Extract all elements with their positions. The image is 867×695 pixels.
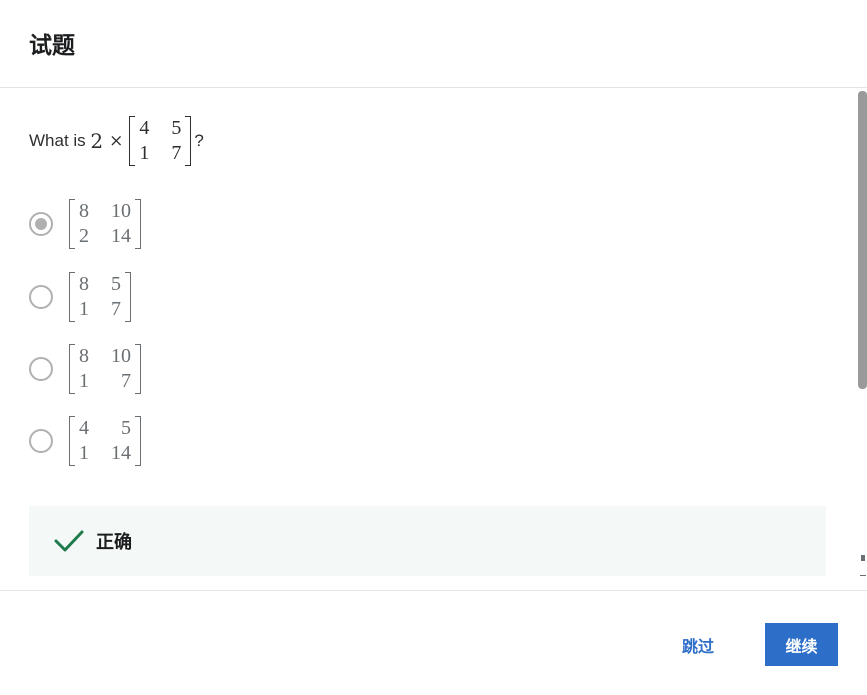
matrix-right-bracket [185, 116, 192, 166]
matrix-cell: 7 [121, 370, 131, 392]
matrix-grid: 8 10 2 14 [75, 199, 135, 249]
dialog-footer: 跳过 继续 [0, 590, 867, 695]
answer-option-2[interactable]: 8 5 1 7 [29, 272, 131, 322]
answer-option-1[interactable]: 8 10 2 14 [29, 199, 141, 249]
matrix-cell: 8 [79, 273, 89, 295]
matrix-cell: 4 [139, 117, 150, 139]
matrix-cell: 14 [111, 225, 131, 247]
feedback-text: 正确 [96, 532, 132, 553]
continue-button[interactable]: 继续 [765, 623, 838, 666]
answer-option-4[interactable]: 4 5 1 14 [29, 416, 141, 466]
question-scalar: 2 [90, 129, 104, 153]
matrix-right-bracket [135, 344, 141, 394]
option-matrix: 8 10 2 14 [69, 199, 141, 249]
feedback-banner: 正确 [29, 506, 826, 576]
checkmark-icon [54, 530, 84, 552]
matrix-cell: 5 [111, 273, 121, 295]
matrix-cell: 10 [111, 200, 131, 222]
radio-button[interactable] [29, 357, 53, 381]
scrollbar-thumb[interactable] [858, 91, 867, 389]
matrix-cell: 8 [79, 200, 89, 222]
question-text: What is 2 × 4 5 1 7 ? [29, 116, 204, 166]
option-matrix: 4 5 1 14 [69, 416, 141, 466]
quiz-dialog: 试题 What is 2 × 4 5 1 7 ? 8 10 2 14 8 5 1… [0, 0, 867, 695]
matrix-cell: 4 [79, 417, 89, 439]
matrix-right-bracket [125, 272, 131, 322]
skip-button[interactable]: 跳过 [668, 624, 728, 666]
scroll-marker [860, 575, 866, 576]
matrix-cell: 14 [111, 442, 131, 464]
radio-button[interactable] [29, 212, 53, 236]
matrix-grid: 4 5 1 7 [135, 116, 185, 166]
matrix-cell: 5 [171, 117, 182, 139]
scroll-marker [861, 555, 865, 561]
matrix-right-bracket [135, 199, 141, 249]
matrix-right-bracket [135, 416, 141, 466]
scrollbar[interactable] [857, 89, 867, 589]
matrix-cell: 1 [139, 142, 150, 164]
option-matrix: 8 10 1 7 [69, 344, 141, 394]
dialog-title: 试题 [29, 33, 75, 59]
dialog-header: 试题 [0, 0, 867, 88]
matrix-cell: 2 [79, 225, 89, 247]
matrix-cell: 7 [171, 142, 182, 164]
radio-button[interactable] [29, 429, 53, 453]
matrix-cell: 10 [111, 345, 131, 367]
matrix-cell: 1 [79, 298, 89, 320]
matrix-cell: 1 [79, 370, 89, 392]
matrix-cell: 8 [79, 345, 89, 367]
matrix-cell: 5 [121, 417, 131, 439]
matrix-grid: 8 10 1 7 [75, 344, 135, 394]
matrix-grid: 4 5 1 14 [75, 416, 135, 466]
question-matrix: 4 5 1 7 [129, 116, 192, 166]
answer-option-3[interactable]: 8 10 1 7 [29, 344, 141, 394]
question-prefix: What is [29, 131, 91, 150]
times-sign: × [109, 131, 124, 151]
question-suffix: ? [194, 131, 204, 150]
dialog-body: What is 2 × 4 5 1 7 ? 8 10 2 14 8 5 1 7 … [0, 89, 867, 589]
radio-button[interactable] [29, 285, 53, 309]
matrix-grid: 8 5 1 7 [75, 272, 125, 322]
matrix-cell: 1 [79, 442, 89, 464]
option-matrix: 8 5 1 7 [69, 272, 131, 322]
matrix-cell: 7 [111, 298, 121, 320]
